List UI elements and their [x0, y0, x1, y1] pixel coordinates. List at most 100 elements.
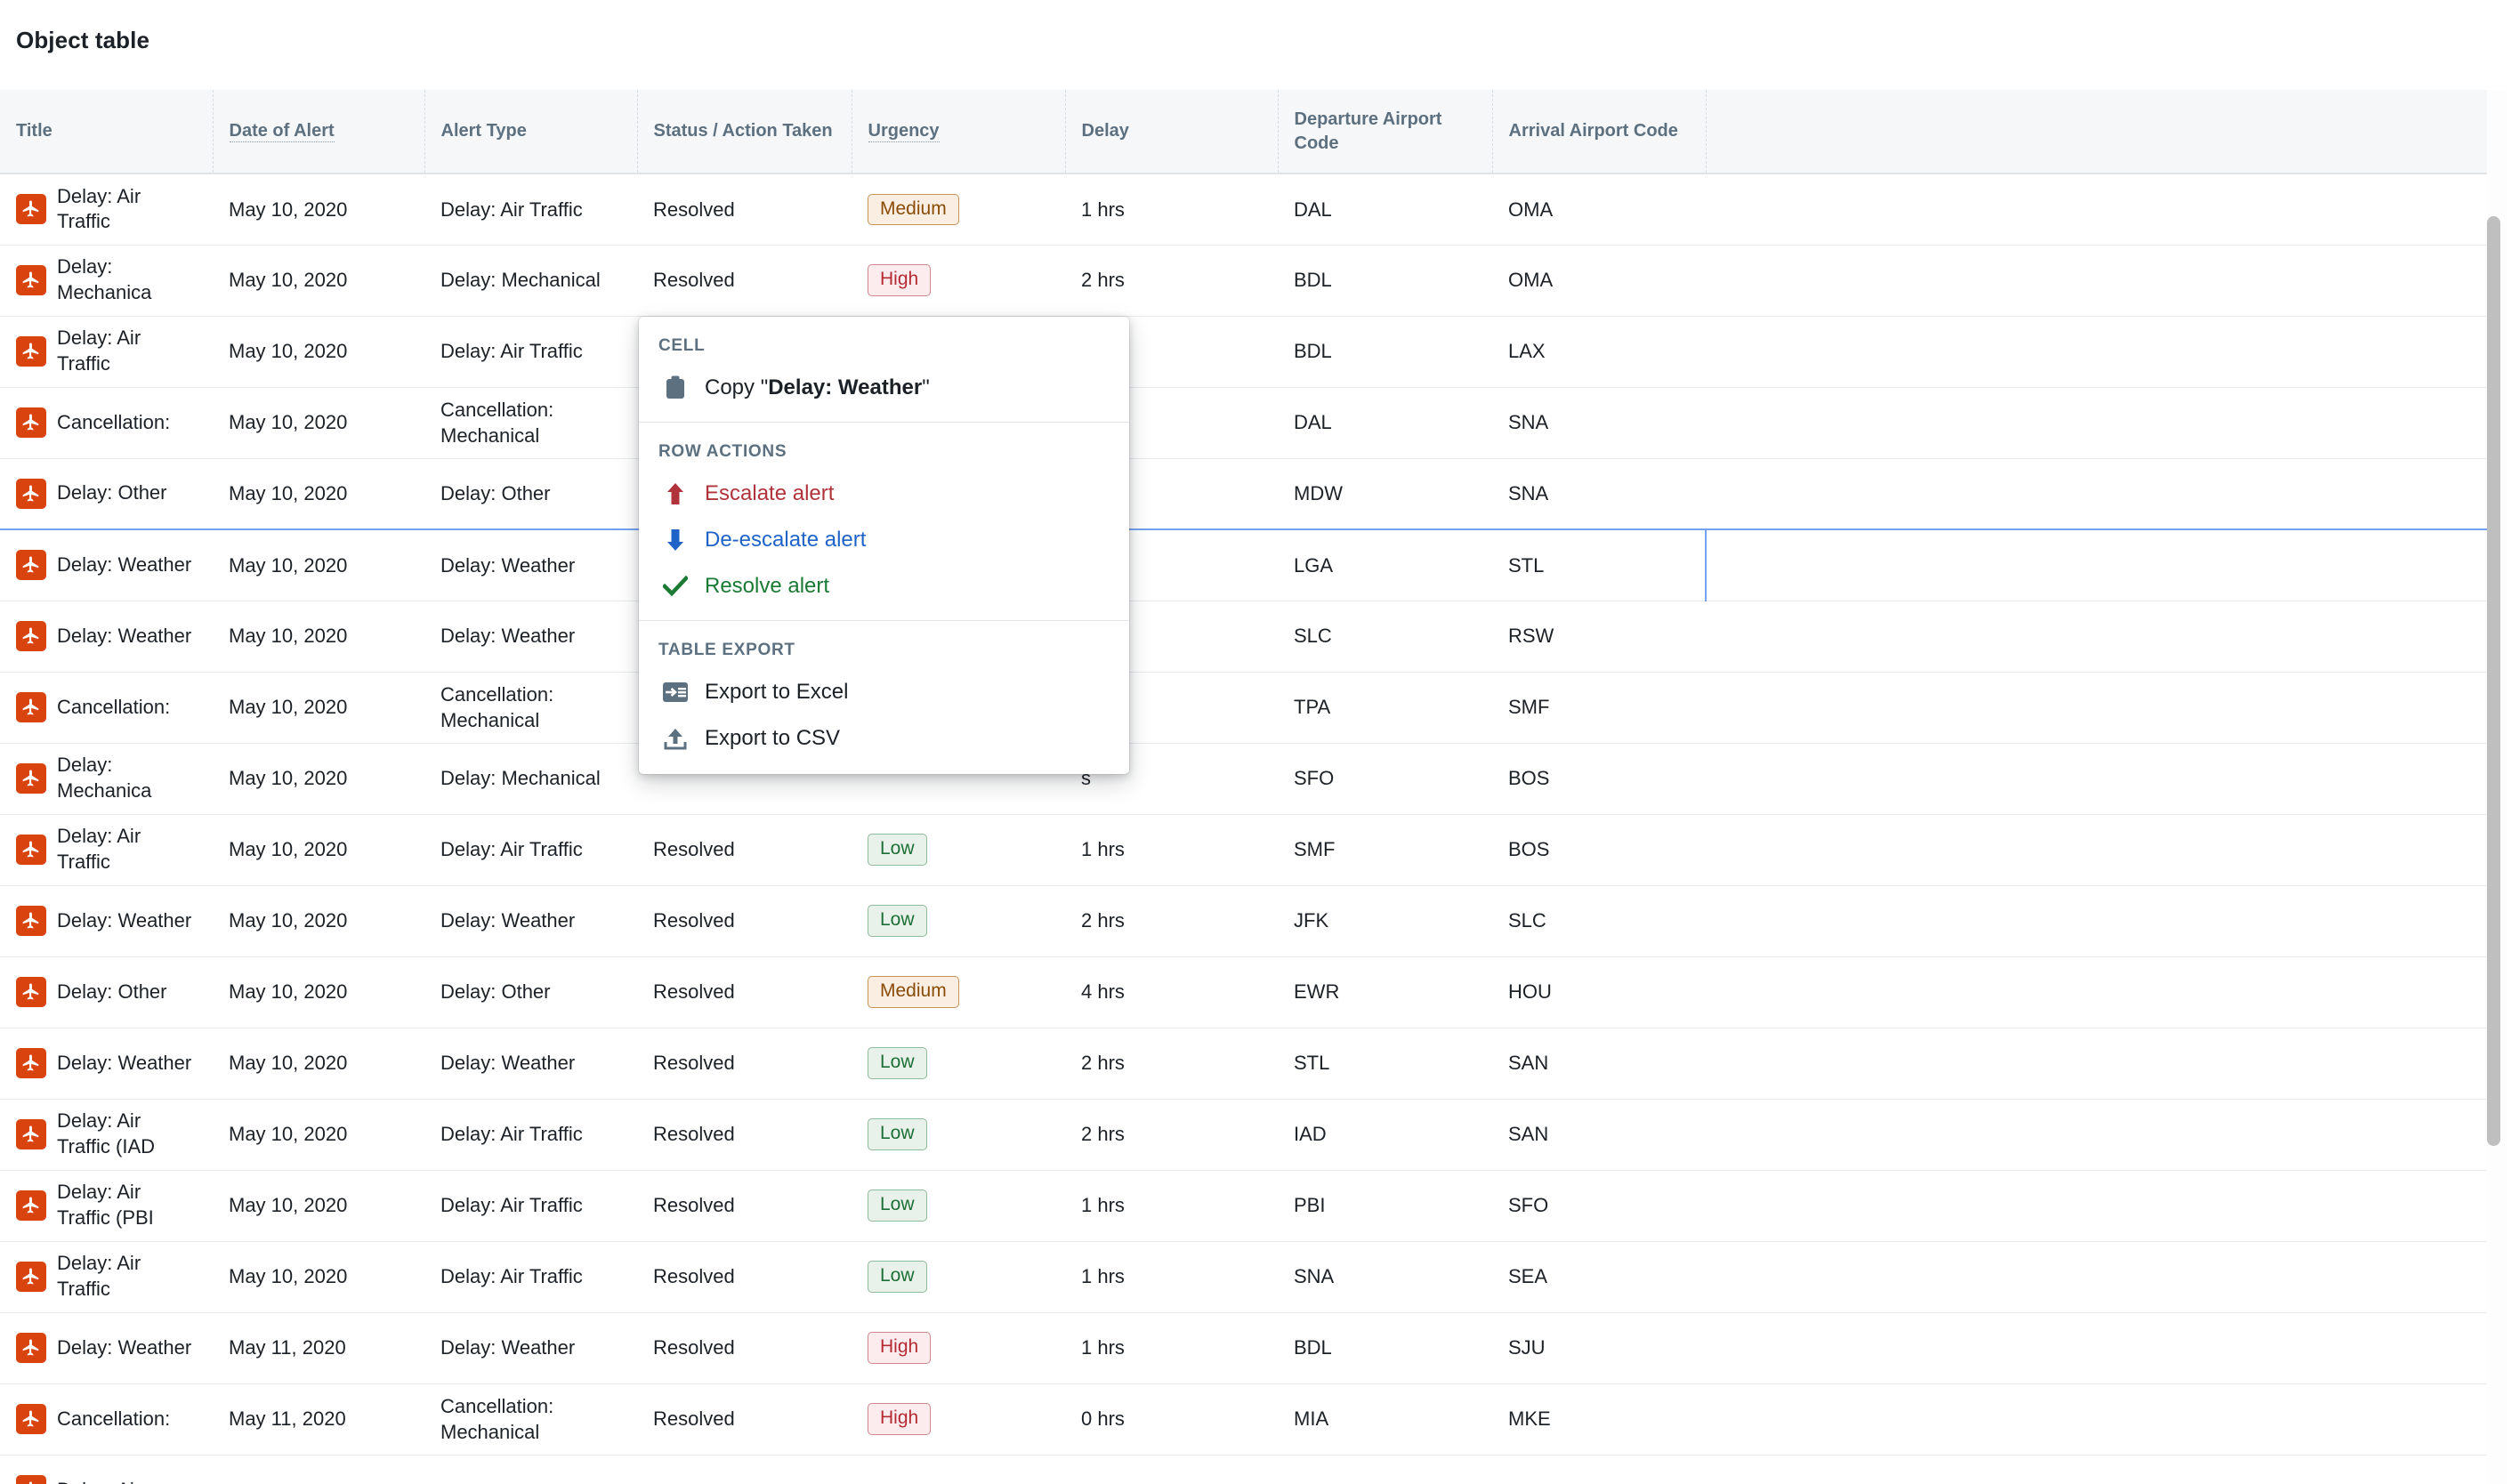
table-row[interactable]: Delay: Mechanica May 10, 2020 Delay: Mecha…	[0, 245, 2487, 317]
cell-delay[interactable]: 2 hrs	[1065, 1099, 1278, 1171]
context-menu-item-resolve-alert[interactable]: Resolve alert	[639, 563, 1129, 609]
table-row[interactable]: Cancellation: May 10, 2020 Cancellation: M…	[0, 387, 2487, 459]
cell-title[interactable]: Delay: Air Traffic (PBI	[0, 1170, 213, 1242]
cell-urgency[interactable]: Low	[852, 814, 1065, 886]
cell-alert-type[interactable]: Cancellation: Mechanical	[424, 387, 637, 459]
context-menu-item-escalate-alert[interactable]: Escalate alert	[639, 471, 1129, 517]
cell-status-action-taken[interactable]: Resolved	[637, 1241, 852, 1313]
cell-date-of-alert[interactable]: May 10, 2020	[213, 1099, 424, 1171]
column-header-status-action-taken[interactable]: Status / Action Taken	[637, 90, 852, 174]
cell-alert-type[interactable]: Delay: Mechanical	[424, 743, 637, 815]
cell-date-of-alert[interactable]: May 11, 2020	[213, 1383, 424, 1456]
cell-alert-type[interactable]: Delay: Other	[424, 458, 637, 530]
cell-title[interactable]: Cancellation:	[0, 1383, 213, 1456]
table-row[interactable]: Delay: Weather May 10, 2020 Delay: Weather…	[0, 528, 2487, 601]
cell-arrival-airport-code[interactable]: SNA	[1492, 458, 1706, 530]
cell-delay[interactable]: 1 hrs	[1065, 1170, 1278, 1242]
table-row[interactable]: Cancellation: May 10, 2020 Cancellation: M…	[0, 672, 2487, 744]
column-header-title[interactable]: Title	[0, 90, 214, 174]
cell-title[interactable]: Delay: Mechanica	[0, 743, 213, 815]
cell-departure-airport-code[interactable]: TPA	[1278, 672, 1492, 744]
cell-date-of-alert[interactable]: May 10, 2020	[213, 245, 424, 317]
table-row[interactable]: Delay: Air Traffic May 10, 2020 Delay: Air…	[0, 1241, 2487, 1313]
cell-delay[interactable]: 2 hrs	[1065, 885, 1278, 957]
table-row[interactable]: Delay: Mechanica May 10, 2020 Delay: Mecha…	[0, 743, 2487, 815]
cell-delay[interactable]: 4 hrs	[1065, 956, 1278, 1028]
cell-date-of-alert[interactable]	[213, 1455, 424, 1484]
cell-departure-airport-code[interactable]: DAL	[1278, 173, 1492, 246]
cell-status-action-taken[interactable]	[637, 1455, 852, 1484]
vertical-scrollbar-thumb[interactable]	[2487, 216, 2500, 1146]
cell-status-action-taken[interactable]: Resolved	[637, 1170, 852, 1242]
cell-date-of-alert[interactable]: May 10, 2020	[213, 672, 424, 744]
cell-title[interactable]: Delay: Weather	[0, 1312, 213, 1384]
cell-alert-type[interactable]: Delay: Mechanical	[424, 245, 637, 317]
cell-departure-airport-code[interactable]: SLC	[1278, 601, 1492, 673]
cell-alert-type[interactable]: Delay: Air Traffic	[424, 1241, 637, 1313]
cell-urgency[interactable]: Low	[852, 1099, 1065, 1171]
cell-arrival-airport-code[interactable]: BOS	[1492, 814, 1706, 886]
cell-date-of-alert[interactable]: May 10, 2020	[213, 1170, 424, 1242]
cell-departure-airport-code[interactable]: SFO	[1278, 743, 1492, 815]
cell-date-of-alert[interactable]: May 10, 2020	[213, 814, 424, 886]
cell-arrival-airport-code[interactable]: OMA	[1492, 245, 1706, 317]
cell-departure-airport-code[interactable]: STL	[1278, 1028, 1492, 1100]
context-menu-item-copy-cell[interactable]: Copy "Delay: Weather"	[639, 365, 1129, 411]
context-menu-item-export-to-excel[interactable]: Export to Excel	[639, 669, 1129, 715]
table-row[interactable]: Delay: Weather May 10, 2020 Delay: Weather…	[0, 601, 2487, 673]
cell-departure-airport-code[interactable]: BDL	[1278, 245, 1492, 317]
cell-title[interactable]: Delay: Weather	[0, 528, 213, 601]
cell-departure-airport-code[interactable]: MDW	[1278, 458, 1492, 530]
cell-urgency[interactable]: Low	[852, 1170, 1065, 1242]
cell-date-of-alert[interactable]: May 10, 2020	[213, 173, 424, 246]
cell-title[interactable]: Delay: Other	[0, 956, 213, 1028]
cell-arrival-airport-code[interactable]: OMA	[1492, 173, 1706, 246]
table-row[interactable]: Delay: Air Traffic (IAD May 10, 2020 Delay…	[0, 1099, 2487, 1171]
cell-date-of-alert[interactable]: May 10, 2020	[213, 956, 424, 1028]
context-menu-item-export-to-csv[interactable]: Export to CSV	[639, 715, 1129, 762]
cell-alert-type[interactable]: Delay: Weather	[424, 528, 637, 601]
cell-delay[interactable]: 1 hrs	[1065, 1312, 1278, 1384]
cell-alert-type[interactable]: Delay: Other	[424, 956, 637, 1028]
cell-urgency[interactable]: Low	[852, 1028, 1065, 1100]
column-header-alert-type[interactable]: Alert Type	[424, 90, 638, 174]
cell-departure-airport-code[interactable]: JFK	[1278, 885, 1492, 957]
column-header-departure-airport-code[interactable]: Departure Airport Code	[1278, 90, 1493, 174]
cell-departure-airport-code[interactable]: BDL	[1278, 1312, 1492, 1384]
cell-departure-airport-code[interactable]: DAL	[1278, 387, 1492, 459]
cell-arrival-airport-code[interactable]	[1492, 1455, 1706, 1484]
cell-urgency[interactable]: High	[852, 1383, 1065, 1456]
cell-date-of-alert[interactable]: May 10, 2020	[213, 528, 424, 601]
table-row[interactable]: Delay: Weather May 11, 2020 Delay: Weather…	[0, 1312, 2487, 1384]
column-header-arrival-airport-code[interactable]: Arrival Airport Code	[1492, 90, 1707, 174]
table-row[interactable]: Delay: Weather May 10, 2020 Delay: Weather…	[0, 885, 2487, 957]
cell-date-of-alert[interactable]: May 10, 2020	[213, 601, 424, 673]
object-table-scroll-container[interactable]: Title Date of Alert Alert Type Status / …	[0, 90, 2487, 1484]
table-row[interactable]: Delay: Weather May 10, 2020 Delay: Weather…	[0, 1028, 2487, 1100]
cell-arrival-airport-code[interactable]: HOU	[1492, 956, 1706, 1028]
cell-title[interactable]: Delay: Other	[0, 458, 213, 530]
cell-title[interactable]: Delay: Air Traffic	[0, 316, 213, 388]
cell-arrival-airport-code[interactable]: SMF	[1492, 672, 1706, 744]
cell-date-of-alert[interactable]: May 10, 2020	[213, 1241, 424, 1313]
cell-status-action-taken[interactable]: Resolved	[637, 173, 852, 246]
cell-status-action-taken[interactable]: Resolved	[637, 245, 852, 317]
cell-title[interactable]: Delay: Air	[0, 1455, 213, 1484]
cell-alert-type[interactable]: Delay: Air Traffic	[424, 1170, 637, 1242]
cell-delay[interactable]: 1 hrs	[1065, 173, 1278, 246]
cell-date-of-alert[interactable]: May 10, 2020	[213, 885, 424, 957]
cell-date-of-alert[interactable]: May 10, 2020	[213, 1028, 424, 1100]
cell-alert-type[interactable]: Delay: Air Traffic	[424, 814, 637, 886]
context-menu-item-de-escalate-alert[interactable]: De-escalate alert	[639, 517, 1129, 563]
cell-departure-airport-code[interactable]: PBI	[1278, 1170, 1492, 1242]
cell-departure-airport-code[interactable]: SMF	[1278, 814, 1492, 886]
cell-delay[interactable]: 1 hrs	[1065, 1241, 1278, 1313]
cell-title[interactable]: Delay: Weather	[0, 885, 213, 957]
cell-alert-type[interactable]: Cancellation: Mechanical	[424, 1383, 637, 1456]
cell-delay[interactable]: 2 hrs	[1065, 1028, 1278, 1100]
cell-arrival-airport-code[interactable]: SLC	[1492, 885, 1706, 957]
cell-arrival-airport-code[interactable]: STL	[1492, 528, 1707, 601]
cell-status-action-taken[interactable]: Resolved	[637, 1312, 852, 1384]
cell-status-action-taken[interactable]: Resolved	[637, 1099, 852, 1171]
cell-departure-airport-code[interactable]: MIA	[1278, 1383, 1492, 1456]
